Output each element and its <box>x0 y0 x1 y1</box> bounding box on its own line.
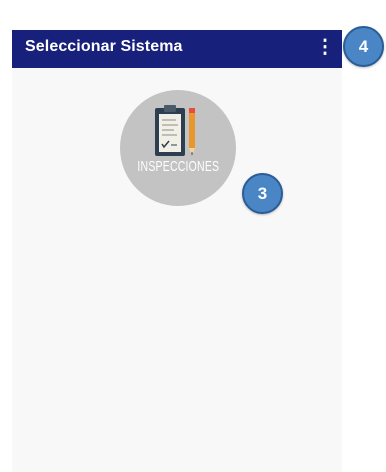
system-tile-inspecciones[interactable]: INSPECCIONES <box>120 90 236 206</box>
annotation-badge-4: 4 <box>343 26 384 67</box>
clipboard-pencil-icon <box>155 105 195 156</box>
app-bar: Seleccionar Sistema ⋮ <box>12 30 342 68</box>
app-bar-title: Seleccionar Sistema <box>25 38 183 55</box>
more-vert-icon[interactable]: ⋮ <box>312 35 338 63</box>
app-screen: Seleccionar Sistema ⋮ INSPECCIONES <box>12 30 342 472</box>
annotation-badge-3: 3 <box>242 173 283 214</box>
system-tile-label: INSPECCIONES <box>137 158 220 175</box>
